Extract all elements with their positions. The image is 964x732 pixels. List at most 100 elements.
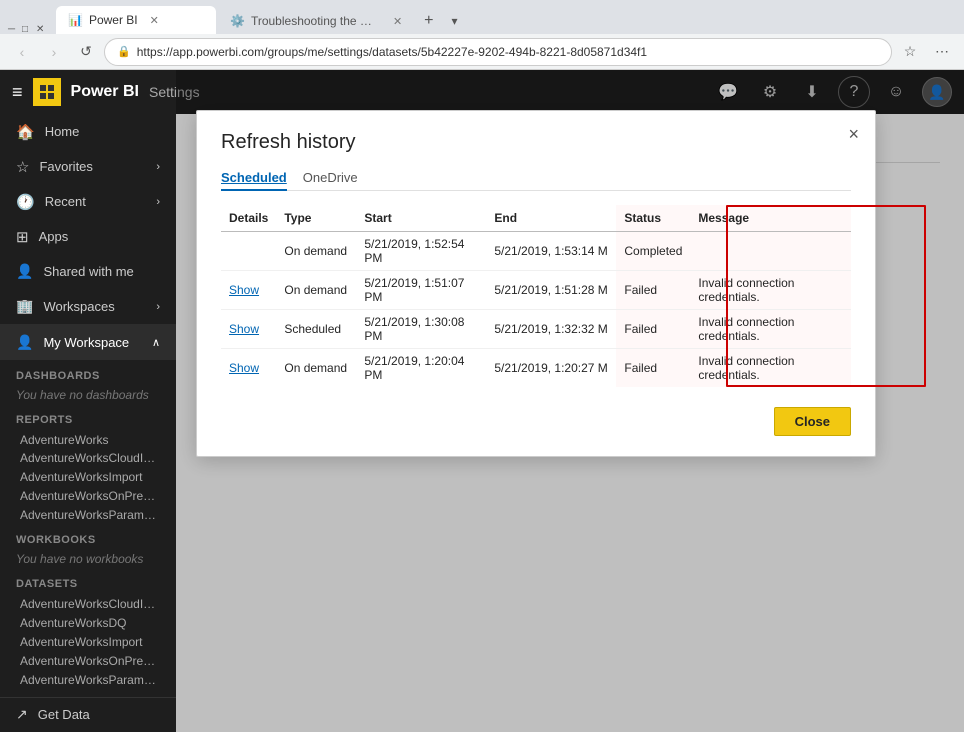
- cell-type-2: Scheduled: [276, 310, 356, 349]
- cell-start-0: 5/21/2019, 1:52:54 PM: [356, 232, 486, 271]
- my-workspace-icon: 👤: [16, 334, 33, 351]
- dataset-sidebar-item-4[interactable]: AdventureWorksParameterize...: [0, 670, 176, 689]
- dataset-sidebar-item-2[interactable]: AdventureWorksImport: [0, 632, 176, 651]
- window-control-maximize[interactable]: □: [22, 24, 32, 34]
- browser-toolbar: ‹ › ↺ 🔒 https://app.powerbi.com/groups/m…: [0, 34, 964, 70]
- report-item-0[interactable]: AdventureWorks: [0, 430, 176, 449]
- cell-start-2: 5/21/2019, 1:30:08 PM: [356, 310, 486, 349]
- dataset-sidebar-item-1[interactable]: AdventureWorksDQ: [0, 613, 176, 632]
- window-control-close[interactable]: ✕: [36, 24, 46, 34]
- report-item-4[interactable]: AdventureWorksParameterize...: [0, 505, 176, 524]
- cell-type-3: On demand: [276, 349, 356, 388]
- sidebar-item-apps[interactable]: ⊞ Apps: [0, 219, 176, 254]
- cell-details-3[interactable]: Show: [221, 349, 276, 388]
- cell-end-2: 5/21/2019, 1:32:32 M: [486, 310, 616, 349]
- col-end-header: End: [486, 205, 616, 232]
- section-dashboards-header: DASHBOARDS: [0, 360, 176, 386]
- new-tab-button[interactable]: +: [416, 8, 441, 34]
- sidebar-item-favorites[interactable]: ☆ Favorites ›: [0, 149, 176, 184]
- col-details-header: Details: [221, 205, 276, 232]
- browser-menu-button[interactable]: ⋯: [928, 38, 956, 66]
- shared-label: Shared with me: [43, 264, 133, 279]
- table-wrapper: Details Type Start End Status Message On…: [221, 205, 851, 387]
- cell-message-0: [690, 232, 851, 271]
- tab2-close-icon[interactable]: ✕: [393, 15, 402, 28]
- report-item-2[interactable]: AdventureWorksImport: [0, 467, 176, 486]
- col-status-header: Status: [616, 205, 690, 232]
- cell-message-3: Invalid connection credentials.: [690, 349, 851, 388]
- sidebar-item-home[interactable]: 🏠 Home: [0, 114, 176, 149]
- url-text: https://app.powerbi.com/groups/me/settin…: [137, 45, 647, 59]
- modal-title: Refresh history: [221, 131, 851, 154]
- grid-svg: [39, 84, 55, 100]
- get-data-button[interactable]: ↗ Get Data: [0, 697, 176, 732]
- cell-end-3: 5/21/2019, 1:20:27 M: [486, 349, 616, 388]
- section-reports-header: REPORTS: [0, 404, 176, 430]
- cell-details-1[interactable]: Show: [221, 271, 276, 310]
- my-workspace-label: My Workspace: [43, 335, 129, 350]
- tab-close-icon[interactable]: ✕: [150, 14, 159, 27]
- apps-icon: ⊞: [16, 228, 29, 246]
- modal-overlay[interactable]: Refresh history × Scheduled OneDrive Det…: [176, 70, 964, 732]
- sidebar-item-my-workspace[interactable]: 👤 My Workspace ∧: [0, 324, 176, 359]
- browser-tab-inactive[interactable]: ⚙️ Troubleshooting the On-pre ✕: [218, 8, 414, 34]
- col-start-header: Start: [356, 205, 486, 232]
- cell-end-1: 5/21/2019, 1:51:28 M: [486, 271, 616, 310]
- close-modal-button[interactable]: Close: [774, 407, 851, 436]
- section-datasets-header: DATASETS: [0, 568, 176, 594]
- modal-tab-onedrive[interactable]: OneDrive: [303, 166, 358, 191]
- cell-status-3: Failed: [616, 349, 690, 388]
- modal-close-button[interactable]: ×: [848, 125, 859, 143]
- lock-icon: 🔒: [117, 45, 131, 58]
- section-workbooks-empty: You have no workbooks: [0, 550, 176, 568]
- report-item-3[interactable]: AdventureWorksOnPremAndC...: [0, 486, 176, 505]
- tab-favicon: 📊: [68, 13, 83, 27]
- cell-status-1: Failed: [616, 271, 690, 310]
- report-item-1[interactable]: AdventureWorksCloudImport: [0, 448, 176, 467]
- cell-details-2[interactable]: Show: [221, 310, 276, 349]
- address-bar[interactable]: 🔒 https://app.powerbi.com/groups/me/sett…: [104, 38, 892, 66]
- modal-footer: Close: [221, 407, 851, 436]
- browser-tab-bar: ─ □ ✕ 📊 Power BI ✕ ⚙️ Troubleshooting th…: [0, 0, 964, 34]
- table-row: Show On demand 5/21/2019, 1:51:07 PM 5/2…: [221, 271, 851, 310]
- modal-tabs: Scheduled OneDrive: [221, 166, 851, 191]
- sidebar-item-recent[interactable]: 🕐 Recent ›: [0, 184, 176, 219]
- tab-overflow-button[interactable]: ▾: [444, 8, 466, 34]
- cell-end-0: 5/21/2019, 1:53:14 M: [486, 232, 616, 271]
- sidebar-item-workspaces[interactable]: 🏢 Workspaces ›: [0, 289, 176, 324]
- my-workspace-chevron: ∧: [152, 336, 160, 349]
- browser-tab-active[interactable]: 📊 Power BI ✕: [56, 6, 216, 34]
- apps-label: Apps: [39, 229, 69, 244]
- cell-type-1: On demand: [276, 271, 356, 310]
- cell-message-1: Invalid connection credentials.: [690, 271, 851, 310]
- dataset-sidebar-item-0[interactable]: AdventureWorksCloudImport: [0, 594, 176, 613]
- shared-icon: 👤: [16, 263, 33, 280]
- favorites-chevron: ›: [156, 161, 160, 173]
- cell-status-2: Failed: [616, 310, 690, 349]
- refresh-table: Details Type Start End Status Message On…: [221, 205, 851, 387]
- workspaces-chevron: ›: [156, 301, 160, 313]
- col-type-header: Type: [276, 205, 356, 232]
- app-grid-icon[interactable]: [33, 78, 61, 106]
- cell-status-0: Completed: [616, 232, 690, 271]
- back-button[interactable]: ‹: [8, 38, 36, 66]
- window-control-minimize[interactable]: ─: [8, 24, 18, 34]
- forward-button[interactable]: ›: [40, 38, 68, 66]
- sidebar: 🏠 Home ☆ Favorites › 🕐 Recent › ⊞ Apps 👤…: [0, 114, 176, 732]
- table-row: On demand 5/21/2019, 1:52:54 PM 5/21/201…: [221, 232, 851, 271]
- recent-icon: 🕐: [16, 193, 35, 211]
- show-link-3[interactable]: Show: [229, 361, 259, 375]
- cell-type-0: On demand: [276, 232, 356, 271]
- hamburger-button[interactable]: ≡: [12, 82, 23, 103]
- refresh-button[interactable]: ↺: [72, 38, 100, 66]
- bookmark-button[interactable]: ☆: [896, 38, 924, 66]
- sidebar-item-shared[interactable]: 👤 Shared with me: [0, 254, 176, 289]
- modal-tab-scheduled[interactable]: Scheduled: [221, 166, 287, 191]
- workspaces-icon: 🏢: [16, 298, 33, 315]
- recent-label: Recent: [45, 194, 86, 209]
- show-link-2[interactable]: Show: [229, 322, 259, 336]
- dataset-sidebar-item-3[interactable]: AdventureWorksOnPremAndC...: [0, 651, 176, 670]
- section-dashboards-empty: You have no dashboards: [0, 386, 176, 404]
- brand-name: Power BI: [71, 83, 139, 101]
- show-link-1[interactable]: Show: [229, 283, 259, 297]
